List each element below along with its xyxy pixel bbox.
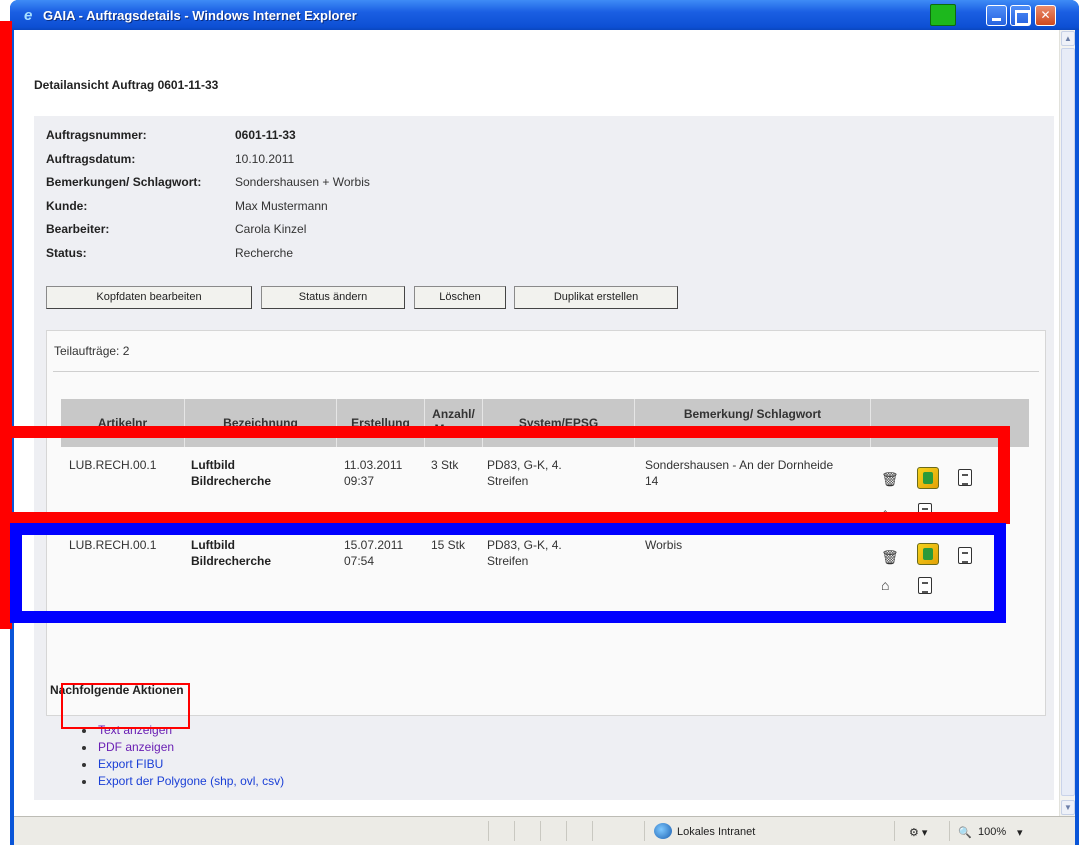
zoom-icon[interactable]: 🔍 (958, 826, 972, 839)
scroll-thumb[interactable] (1061, 48, 1075, 796)
field-label-customer: Kunde: (46, 199, 88, 213)
zone-label: Lokales Intranet (677, 826, 756, 838)
divider (53, 371, 1039, 372)
title-bar: e GAIA - Auftragsdetails - Windows Inter… (10, 0, 1079, 30)
field-value-order-date: 10.10.2011 (235, 152, 295, 166)
list-item: Export der Polygone (shp, ovl, csv) (78, 773, 284, 790)
list-item: PDF anzeigen (78, 739, 284, 756)
divider (488, 821, 489, 841)
divider (540, 821, 541, 841)
delete-button[interactable]: Löschen (414, 286, 506, 309)
pdf-view-link[interactable]: PDF anzeigen (98, 740, 174, 754)
subjobs-count: Teilaufträge: 2 (54, 344, 130, 358)
status-bar: Lokales Intranet ⚙ ▾ 🔍 100% ▾ (14, 816, 1075, 845)
divider (644, 821, 645, 841)
vertical-scrollbar[interactable]: ▲ ▼ (1059, 30, 1075, 816)
divider (894, 821, 895, 841)
field-value-editor: Carola Kinzel (235, 222, 307, 236)
close-button[interactable]: ✕ (1035, 5, 1056, 26)
highlight-red-row-box (0, 426, 1010, 524)
window-title: GAIA - Auftragsdetails - Windows Interne… (43, 8, 357, 23)
export-polygons-link[interactable]: Export der Polygone (shp, ovl, csv) (98, 774, 284, 788)
addon-icon[interactable] (930, 4, 956, 26)
field-label-order-number: Auftragsnummer: (46, 128, 147, 142)
field-value-order-number: 0601-11-33 (235, 128, 296, 142)
field-label-remarks: Bemerkungen/ Schlagwort: (46, 175, 202, 189)
zoom-level[interactable]: 100% (978, 826, 1006, 838)
divider (514, 821, 515, 841)
field-label-editor: Bearbeiter: (46, 222, 110, 236)
list-item: Export FIBU (78, 756, 284, 773)
divider (592, 821, 593, 841)
minimize-button[interactable] (986, 5, 1007, 26)
protected-mode-icon[interactable]: ⚙ ▾ (909, 826, 927, 839)
field-label-status: Status: (46, 246, 87, 260)
actions-list: Text anzeigen PDF anzeigen Export FIBU E… (78, 722, 284, 790)
scroll-up-icon[interactable]: ▲ (1061, 31, 1075, 46)
highlight-red-links-box (61, 683, 190, 729)
maximize-button[interactable] (1010, 5, 1031, 26)
duplicate-button[interactable]: Duplikat erstellen (514, 286, 678, 309)
divider (566, 821, 567, 841)
scroll-down-icon[interactable]: ▼ (1061, 800, 1075, 815)
page-title: Detailansicht Auftrag 0601-11-33 (34, 78, 219, 92)
edit-header-button[interactable]: Kopfdaten bearbeiten (46, 286, 252, 309)
field-label-order-date: Auftragsdatum: (46, 152, 136, 166)
field-value-customer: Max Mustermann (235, 199, 328, 213)
export-fibu-link[interactable]: Export FIBU (98, 757, 163, 771)
field-value-status: Recherche (235, 246, 294, 260)
zoom-dropdown-icon[interactable]: ▾ (1017, 826, 1023, 839)
field-value-remarks: Sondershausen + Worbis (235, 175, 370, 189)
ie-logo-icon: e (24, 7, 33, 24)
change-status-button[interactable]: Status ändern (261, 286, 405, 309)
highlight-blue-row-box (10, 523, 1006, 623)
divider (949, 821, 950, 841)
intranet-zone-icon (654, 823, 672, 839)
